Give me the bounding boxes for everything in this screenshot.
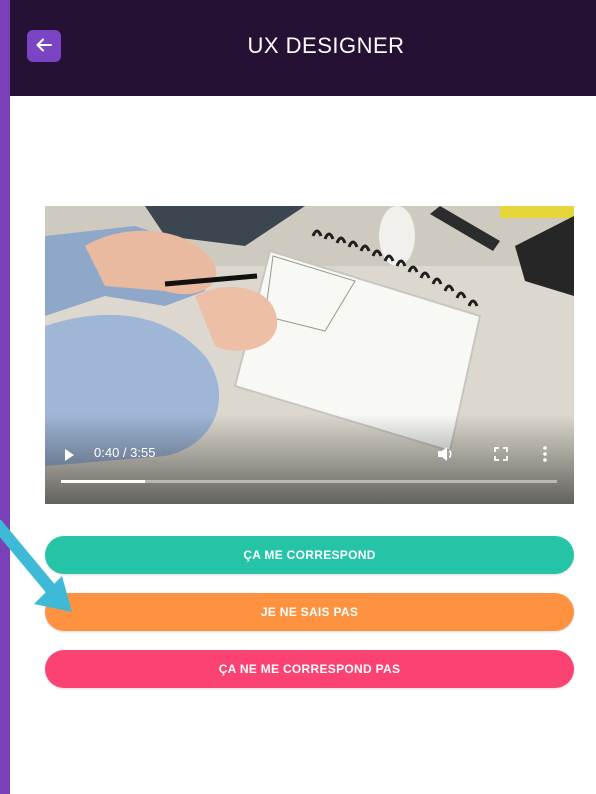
- top-app-bar: UX DESIGNER: [10, 0, 596, 96]
- progress-bar[interactable]: [61, 480, 557, 483]
- matches-me-button[interactable]: ÇA ME CORRESPOND: [45, 536, 574, 574]
- time-display: 0:40 / 3:55: [94, 445, 156, 460]
- doesnt-match-me-button[interactable]: ÇA NE ME CORRESPOND PAS: [45, 650, 574, 688]
- more-vert-icon[interactable]: [542, 446, 548, 467]
- play-icon[interactable]: [65, 449, 74, 461]
- page-title: UX DESIGNER: [247, 33, 405, 58]
- video-player[interactable]: 0:40 / 3:55: [45, 206, 574, 504]
- volume-icon[interactable]: [437, 446, 455, 467]
- progress-fill: [61, 480, 146, 483]
- app-screen: UX DESIGNER 0:40 / 3:55 ÇA ME CORRESPOND…: [10, 0, 596, 794]
- fullscreen-icon[interactable]: [494, 447, 508, 466]
- dont-know-button[interactable]: JE NE SAIS PAS: [45, 593, 574, 631]
